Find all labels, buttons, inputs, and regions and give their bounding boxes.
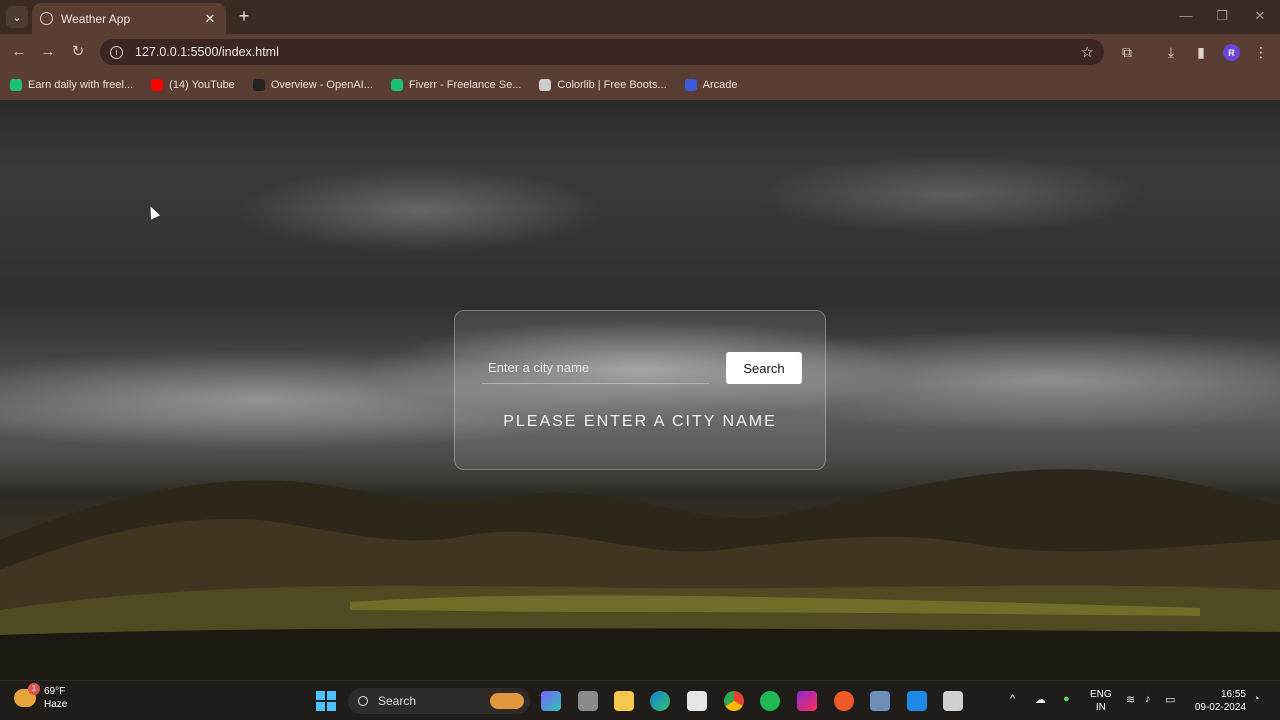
bookmark-favicon-icon [390, 79, 403, 91]
language-indicator[interactable]: ENG IN [1090, 688, 1112, 714]
weather-haze-icon: 1 [14, 683, 40, 707]
globe-icon [40, 12, 53, 25]
weather-widget[interactable]: 1 69°F Haze [14, 683, 68, 710]
extensions-icon[interactable]: ⧉ [1118, 43, 1136, 61]
bookmark-favicon-icon [151, 79, 164, 91]
clock-date: 09-02-2024 [1194, 702, 1246, 713]
maximize-button[interactable]: ❐ [1212, 8, 1232, 24]
clock-time: 16:55 [1220, 689, 1246, 700]
search-button[interactable]: Search [726, 352, 802, 384]
bookmark-favicon-icon [10, 79, 22, 91]
snipping-tool-icon[interactable] [943, 691, 963, 711]
intellij-icon[interactable] [797, 691, 817, 711]
bookmark-star-icon[interactable]: ☆ [1081, 43, 1094, 61]
battery-icon[interactable]: ▭ [1165, 693, 1175, 706]
status-message: PLEASE ENTER A CITY NAME [503, 413, 777, 430]
download-icon[interactable]: ⤓ [1162, 43, 1180, 61]
chevron-down-icon: ⌄ [12, 11, 22, 24]
browser-toolbar: ← → ↻ i 127.0.0.1:5500/index.html ☆ ⧉ ⤓ … [0, 34, 1280, 70]
search-icon [358, 696, 368, 706]
region-code: IN [1095, 702, 1106, 713]
bookmark-favicon-icon [684, 79, 697, 91]
url-text: 127.0.0.1:5500/index.html [135, 45, 279, 59]
store-icon[interactable] [687, 691, 707, 711]
tab-title: Weather App [61, 11, 131, 26]
postgresql-icon[interactable] [870, 691, 890, 711]
bookmark-item[interactable]: Overview - OpenAI... [252, 79, 373, 91]
profile-avatar[interactable]: R [1223, 44, 1240, 61]
volume-icon[interactable]: ♪ [1145, 693, 1151, 705]
tab-list-button[interactable]: ⌄ [6, 6, 28, 28]
weather-description: Haze [44, 699, 68, 710]
bookmark-label: Earn daily with freel... [28, 79, 134, 91]
windows-taskbar: 1 69°F Haze Search ^ ☁ ● ENG IN ≋ ♪ ▭ 16… [0, 680, 1280, 720]
menu-icon[interactable]: ⋮ [1252, 43, 1270, 61]
system-clock[interactable]: 16:55 09-02-2024 [1190, 688, 1246, 714]
task-view-icon[interactable] [578, 691, 598, 711]
bookmark-label: Fiverr - Freelance Se... [408, 79, 522, 91]
chrome-icon[interactable] [724, 691, 744, 711]
spotify-icon[interactable] [760, 691, 780, 711]
notification-badge: 1 [28, 683, 40, 695]
start-button[interactable] [316, 691, 336, 711]
bookmark-label: (14) YouTube [169, 79, 235, 91]
minimize-button[interactable]: — [1176, 8, 1196, 23]
show-hidden-icons-icon[interactable]: ^ [1010, 693, 1015, 705]
vscode-icon[interactable] [907, 691, 927, 711]
taskbar-search[interactable]: Search [348, 688, 530, 714]
weather-temperature: 69°F [44, 686, 66, 697]
language-code: ENG [1090, 689, 1112, 700]
bookmarks-bar: Earn daily with freel... (14) YouTube Over… [0, 70, 1280, 100]
taskbar-search-label: Search [378, 694, 417, 708]
microphone-icon[interactable]: ● [1063, 693, 1070, 705]
notification-bell-icon[interactable]: ◔ [1253, 693, 1260, 705]
search-highlight-icon [490, 693, 524, 709]
bookmark-label: Arcade [702, 79, 738, 91]
bookmark-label: Overview - OpenAI... [270, 79, 373, 91]
tab-strip: ⌄ Weather App ✕ + — ❐ ✕ [0, 0, 1280, 34]
edge-icon[interactable] [650, 691, 670, 711]
address-bar[interactable]: i 127.0.0.1:5500/index.html ☆ [100, 39, 1104, 65]
bookmark-item[interactable]: Fiverr - Freelance Se... [390, 79, 522, 91]
bookmark-item[interactable]: Colorlib | Free Boots... [539, 79, 667, 91]
weather-card: Search PLEASE ENTER A CITY NAME [454, 310, 826, 470]
bookmark-item[interactable]: Earn daily with freel... [10, 79, 133, 91]
wifi-icon[interactable]: ≋ [1126, 693, 1135, 706]
reload-button[interactable]: ↻ [67, 41, 89, 63]
onedrive-icon[interactable]: ☁ [1035, 693, 1046, 706]
bookmark-label: Colorlib | Free Boots... [557, 79, 667, 91]
postman-icon[interactable] [834, 691, 854, 711]
bookmark-favicon-icon [539, 79, 552, 91]
bookmark-favicon-icon [252, 79, 265, 91]
city-search-input[interactable] [482, 352, 709, 384]
site-info-icon[interactable]: i [110, 45, 123, 59]
copilot-icon[interactable] [541, 691, 561, 711]
bookmark-item[interactable]: Arcade [684, 79, 738, 91]
close-tab-icon[interactable]: ✕ [202, 11, 218, 27]
bookmark-item[interactable]: (14) YouTube [151, 79, 235, 91]
window-close-button[interactable]: ✕ [1250, 8, 1270, 24]
mouse-cursor [145, 204, 161, 220]
forward-button[interactable]: → [37, 41, 59, 63]
weather-app-page: Search PLEASE ENTER A CITY NAME [0, 100, 1280, 680]
new-tab-button[interactable]: + [234, 6, 254, 26]
side-panel-icon[interactable]: ▮ [1192, 43, 1210, 61]
tab-weather-app[interactable]: Weather App ✕ [32, 3, 226, 34]
back-button[interactable]: ← [8, 41, 30, 63]
file-explorer-icon[interactable] [614, 691, 634, 711]
